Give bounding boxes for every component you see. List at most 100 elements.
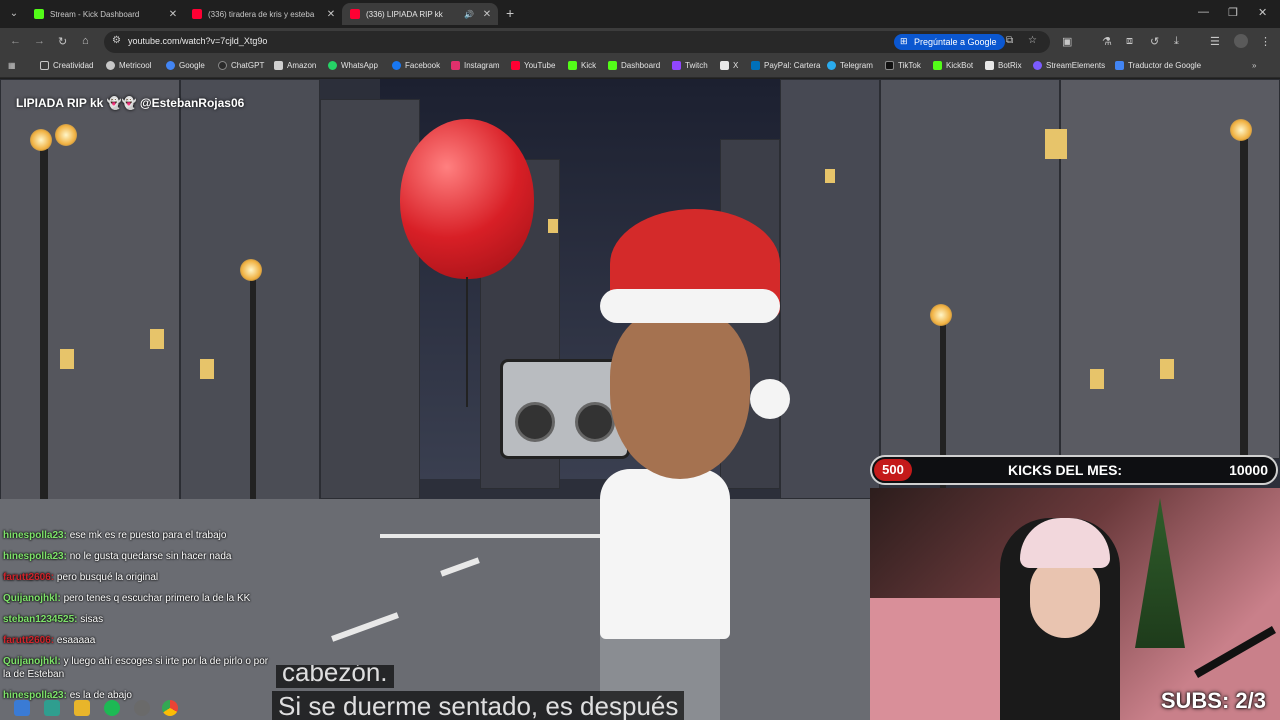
bookmark-item[interactable]: Google (166, 61, 205, 70)
address-bar[interactable]: ⚙ youtube.com/watch?v=7cjld_Xtg9o Pregún… (104, 31, 1050, 53)
bookmark-item[interactable]: StreamElements (1033, 61, 1105, 70)
bookmark-label: Kick (581, 61, 597, 70)
minimize-icon[interactable]: — (1198, 6, 1209, 18)
bookmark-label: StreamElements (1046, 61, 1106, 70)
audio-playing-icon[interactable]: 🔊 (464, 10, 474, 19)
chat-message: farutt2606: esaaaaa (0, 630, 275, 651)
close-window-icon[interactable]: ✕ (1258, 6, 1267, 19)
kicks-goal: 10000 (1229, 462, 1268, 478)
tab-kick-dashboard[interactable]: Stream - Kick Dashboard ✕ (26, 3, 184, 25)
bookmark-label: BotRix (998, 61, 1022, 70)
tab-lipiada[interactable]: (336) LIPIADA RIP kk 🔊 ✕ (342, 3, 498, 25)
close-tab-icon[interactable]: ✕ (480, 9, 494, 20)
home-icon[interactable]: ⌂ (82, 35, 89, 47)
chat-message: hinespolla23: no le gusta quedarse sin h… (0, 546, 275, 567)
bookmark-item[interactable]: WhatsApp (328, 61, 378, 70)
balloon-string (466, 277, 468, 407)
url-text[interactable]: youtube.com/watch?v=7cjld_Xtg9o (128, 36, 267, 46)
windows-start-icon[interactable] (14, 700, 30, 716)
bookmark-item[interactable]: Creatividad (40, 61, 93, 70)
close-tab-icon[interactable]: ✕ (166, 9, 180, 20)
bookmark-item[interactable]: KickBot (933, 61, 973, 70)
bookmark-item[interactable]: YouTube (511, 61, 555, 70)
bookmark-item[interactable]: X (720, 61, 738, 70)
bookmark-label: Metricool (119, 61, 152, 70)
building (880, 79, 1060, 459)
bookmark-item[interactable]: Amazon (274, 61, 316, 70)
close-tab-icon[interactable]: ✕ (324, 9, 338, 20)
lamp-glow (1230, 119, 1252, 141)
bookmark-item[interactable]: Kick (568, 61, 596, 70)
menu-icon[interactable]: ⋮ (1260, 35, 1271, 48)
tab-tiradera[interactable]: (336) tiradera de kris y esteba ✕ (184, 3, 342, 25)
bookmark-star-icon[interactable]: ☆ (1028, 35, 1037, 46)
bookmark-item[interactable]: Telegram (827, 61, 873, 70)
chat-message: Quijanojhkl: y luego ahí escoges si irte… (0, 651, 275, 685)
christmas-tree (1135, 498, 1185, 648)
twitch-icon (672, 61, 681, 70)
youtube-icon (350, 9, 360, 19)
spotify-icon[interactable] (104, 700, 120, 716)
taskbar-app-icon[interactable] (44, 700, 60, 716)
extension-icon[interactable]: ▣ (1062, 35, 1072, 48)
chat-text: ese mk es re puesto para el trabajo (69, 530, 227, 541)
bookmark-item[interactable]: Traductor de Google (1115, 61, 1201, 70)
extension-icon[interactable]: ⚗ (1102, 35, 1112, 48)
video-player[interactable]: LIPIADA RIP kk 👻👻 @EstebanRojas06 500 KI… (0, 79, 1280, 720)
new-tab-button[interactable]: + (506, 6, 514, 20)
back-icon[interactable]: ← (10, 35, 21, 47)
tiktok-icon (885, 61, 894, 70)
speaker (515, 402, 555, 442)
lamp-glow (55, 124, 77, 146)
kick-icon (608, 61, 617, 70)
chrome-icon[interactable] (162, 700, 178, 716)
bookmark-label: KickBot (946, 61, 974, 70)
history-icon[interactable]: ↺ (1150, 35, 1159, 48)
tab-search-icon[interactable]: ⌄ (6, 6, 22, 22)
bookmark-item[interactable]: Facebook (392, 61, 440, 70)
bookmark-item[interactable]: BotRix (985, 61, 1022, 70)
santa-hat-brim (600, 289, 780, 323)
bookmark-label: TikTok (898, 61, 921, 70)
chat-text: pero tenes q escuchar primero la de la K… (63, 593, 251, 604)
forward-icon[interactable]: → (34, 35, 45, 47)
install-icon[interactable]: ⧉ (1006, 35, 1013, 46)
lamp-glow (240, 259, 262, 281)
chat-message: steban1234525: sisas (0, 609, 275, 630)
bookmark-label: Traductor de Google (1128, 61, 1202, 70)
bookmark-label: Facebook (405, 61, 441, 70)
folder-icon[interactable] (74, 700, 90, 716)
bookmark-item[interactable]: Dashboard (608, 61, 660, 70)
streamer-face (1030, 558, 1100, 638)
subs-counter: SUBS: 2/3 (1160, 688, 1266, 713)
character-face (610, 309, 750, 479)
tab-strip: ⌄ Stream - Kick Dashboard ✕ (336) tirade… (0, 0, 1280, 28)
restore-icon[interactable]: ❐ (1228, 6, 1238, 19)
kick-icon (933, 61, 942, 70)
bookmark-item[interactable]: ChatGPT (218, 61, 264, 70)
bookmark-item[interactable]: PayPal: Cartera (751, 61, 820, 70)
chat-message: farutt2606: pero busqué la original (0, 567, 275, 588)
bookmark-item[interactable]: Instagram (451, 61, 500, 70)
telegram-icon (827, 61, 836, 70)
bookmark-item[interactable]: Metricool (106, 61, 151, 70)
bookmark-label: Amazon (287, 61, 317, 70)
bookmark-label: Google (179, 61, 205, 70)
bookmark-label: X (733, 61, 739, 70)
bookmark-item[interactable]: TikTok (885, 61, 921, 70)
side-panel-icon[interactable]: ☰ (1210, 35, 1220, 48)
translate-icon[interactable]: ⧈ (1126, 35, 1133, 48)
reload-icon[interactable]: ↻ (58, 35, 67, 48)
apps-icon[interactable]: ▦ (8, 61, 16, 70)
chat-username: steban1234525: (3, 614, 78, 625)
download-icon[interactable]: ⤓ (1174, 35, 1179, 48)
youtube-icon (192, 9, 202, 19)
site-info-icon[interactable]: ⚙ (112, 35, 121, 46)
building (0, 79, 180, 519)
ask-google-button[interactable]: Pregúntale a Google (894, 34, 1005, 50)
bookmark-item[interactable]: Twitch (672, 61, 708, 70)
obs-icon[interactable] (134, 700, 150, 716)
window-light (825, 169, 835, 183)
more-bookmarks-icon[interactable]: » (1252, 61, 1256, 70)
profile-avatar[interactable] (1234, 34, 1248, 48)
